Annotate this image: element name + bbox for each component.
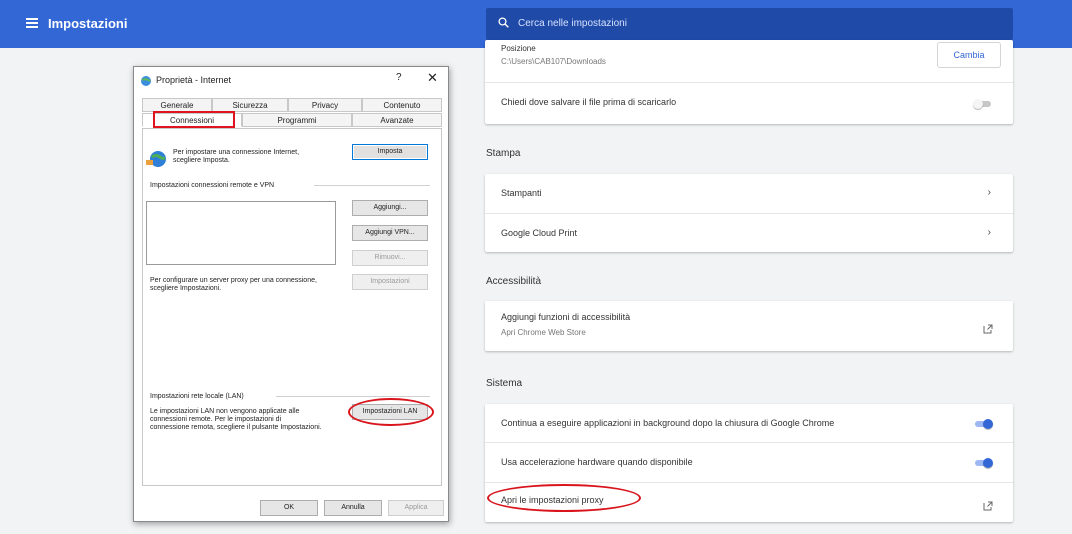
internet-globe-icon — [140, 74, 152, 86]
help-button[interactable]: ? — [396, 72, 402, 83]
hamburger-menu-icon[interactable] — [26, 18, 38, 28]
close-icon[interactable]: ✕ — [427, 70, 438, 86]
accessibility-label: Aggiungi funzioni di accessibilità — [501, 312, 631, 322]
group-divider — [276, 396, 430, 397]
download-location-label: Posizione — [501, 44, 536, 53]
printers-row[interactable]: Stampanti › — [485, 174, 1013, 213]
connections-tab-highlight — [153, 111, 235, 128]
accessibility-sub: Apri Chrome Web Store — [501, 328, 586, 337]
setup-description: Per impostare una connessione Internet, … — [173, 149, 300, 164]
change-location-button[interactable]: Cambia — [937, 42, 1001, 68]
internet-properties-dialog: Proprietà - Internet ? ✕ Generale Sicure… — [133, 66, 449, 522]
hardware-acceleration-toggle[interactable] — [973, 458, 993, 468]
tab-sicurezza[interactable]: Sicurezza — [212, 98, 288, 112]
ask-where-save-row[interactable]: Chiedi dove salvare il file prima di sca… — [485, 82, 1013, 124]
download-location-row: Posizione C:\Users\CAB107\Downloads Camb… — [485, 40, 1013, 82]
accessibility-row[interactable]: Aggiungi funzioni di accessibilità Apri … — [485, 301, 1013, 351]
ok-button[interactable]: OK — [260, 500, 318, 516]
tab-avanzate[interactable]: Avanzate — [352, 113, 442, 127]
background-apps-row[interactable]: Continua a eseguire applicazioni in back… — [485, 404, 1013, 442]
background-apps-toggle[interactable] — [973, 419, 993, 429]
cloud-print-row[interactable]: Google Cloud Print › — [485, 213, 1013, 252]
tab-contenuto[interactable]: Contenuto — [362, 98, 442, 112]
download-location-path: C:\Users\CAB107\Downloads — [501, 57, 606, 66]
lan-button-highlight — [348, 398, 434, 426]
background-apps-label: Continua a eseguire applicazioni in back… — [501, 418, 835, 428]
hardware-acceleration-row[interactable]: Usa accelerazione hardware quando dispon… — [485, 442, 1013, 482]
downloads-card: Posizione C:\Users\CAB107\Downloads Camb… — [485, 40, 1013, 124]
globe-network-icon — [146, 148, 168, 170]
open-external-icon — [983, 498, 993, 511]
accessibility-section-title: Accessibilità — [486, 276, 542, 287]
remove-button[interactable]: Rimuovi... — [352, 250, 428, 266]
settings-button[interactable]: Impostazioni — [352, 274, 428, 290]
proxy-highlight-annotation — [487, 484, 641, 512]
ask-where-save-label: Chiedi dove salvare il file prima di sca… — [501, 97, 677, 107]
ask-where-save-toggle[interactable] — [973, 99, 993, 109]
cloud-print-label: Google Cloud Print — [501, 228, 578, 238]
connections-list[interactable] — [146, 201, 336, 265]
dialog-title: Proprietà - Internet — [156, 75, 232, 85]
cancel-button[interactable]: Annulla — [324, 500, 382, 516]
chevron-right-icon: › — [987, 227, 991, 238]
page-title: Impostazioni — [48, 16, 128, 31]
group-divider — [314, 185, 430, 186]
open-external-icon — [983, 321, 993, 334]
add-button[interactable]: Aggiungi... — [352, 200, 428, 216]
apply-button[interactable]: Applica — [388, 500, 444, 516]
tab-programmi[interactable]: Programmi — [242, 113, 352, 127]
accessibility-card: Aggiungi funzioni di accessibilità Apri … — [485, 301, 1013, 351]
search-placeholder: Cerca nelle impostazioni — [518, 18, 627, 29]
print-section-title: Stampa — [486, 148, 521, 159]
setup-button[interactable]: Imposta — [352, 144, 428, 160]
dialup-group-label: Impostazioni connessioni remote e VPN — [150, 182, 275, 189]
lan-description: Le impostazioni LAN non vengono applicat… — [150, 408, 322, 431]
tab-generale[interactable]: Generale — [142, 98, 212, 112]
system-section-title: Sistema — [486, 378, 523, 389]
chevron-right-icon: › — [987, 187, 991, 198]
lan-group-label: Impostazioni rete locale (LAN) — [150, 393, 244, 400]
search-input[interactable]: Cerca nelle impostazioni — [486, 8, 1013, 40]
hardware-acceleration-label: Usa accelerazione hardware quando dispon… — [501, 457, 693, 467]
proxy-description: Per configurare un server proxy per una … — [150, 277, 317, 292]
printers-label: Stampanti — [501, 188, 542, 198]
search-icon — [498, 17, 509, 28]
tab-privacy[interactable]: Privacy — [288, 98, 362, 112]
add-vpn-button[interactable]: Aggiungi VPN... — [352, 225, 428, 241]
print-card: Stampanti › Google Cloud Print › — [485, 174, 1013, 252]
